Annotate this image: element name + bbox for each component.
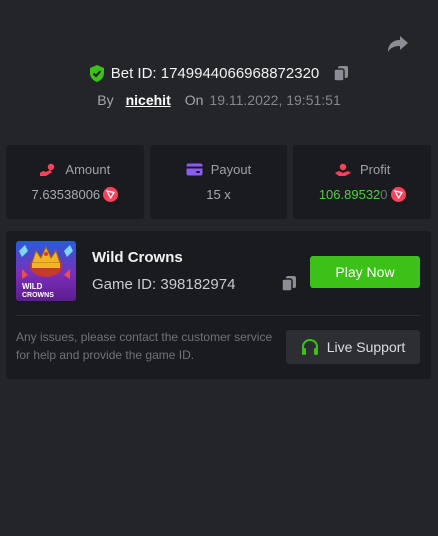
amount-label: Amount [65,162,111,177]
wallet-icon [186,163,203,176]
on-label: On [184,92,204,108]
bet-meta: By nicehit On 19.11.2022, 19:51:51 [0,90,438,110]
live-support-label: Live Support [326,339,406,355]
payout-label: Payout [210,162,252,177]
trx-coin-icon [390,187,406,202]
play-now-button[interactable]: Play Now [310,256,420,288]
copy-icon [333,65,349,82]
copy-icon [281,276,296,292]
profit-stat: Profit 106.895320 [293,145,432,219]
share-icon [388,36,408,52]
thumb-title-line-1: WILD [22,282,43,291]
live-support-button[interactable]: Live Support [286,330,420,364]
trx-coin-icon [103,187,119,202]
payout-value: 15 x [206,187,231,202]
bet-date: 19.11.2022, 19:51:51 [209,92,341,108]
verified-shield-icon [89,64,104,82]
profit-label: Profit [360,162,391,177]
payout-stat: Payout 15 x [149,145,288,219]
copy-bet-id-button[interactable] [333,65,349,82]
headset-icon [301,338,318,355]
game-title[interactable]: Wild Crowns [92,249,183,266]
divider [16,315,421,316]
game-card: WILD CROWNS Wild Crowns Game ID: 3981829… [6,231,431,379]
bet-stats: Amount 7.63538006 Payout 15 x Profit 106… [6,145,432,219]
copy-game-id-button[interactable] [281,275,297,297]
profit-value: 106.895320 [318,187,388,202]
username-link[interactable]: nicehit [126,92,171,108]
by-label: By [97,92,114,108]
profit-icon [335,163,351,176]
support-notice: Any issues, please contact the customer … [16,330,273,362]
bet-id-row: Bet ID: 1749944066968872320 [0,63,438,83]
bet-id: Bet ID: 1749944066968872320 [110,64,320,82]
thumb-title-line-2: CROWNS [22,292,54,299]
share-button[interactable] [385,31,411,57]
amount-icon [40,163,55,176]
game-id: Game ID: 398182974 [92,276,236,293]
game-thumbnail[interactable]: WILD CROWNS [16,241,76,301]
amount-stat: Amount 7.63538006 [6,145,144,219]
amount-value: 7.63538006 [31,187,101,202]
